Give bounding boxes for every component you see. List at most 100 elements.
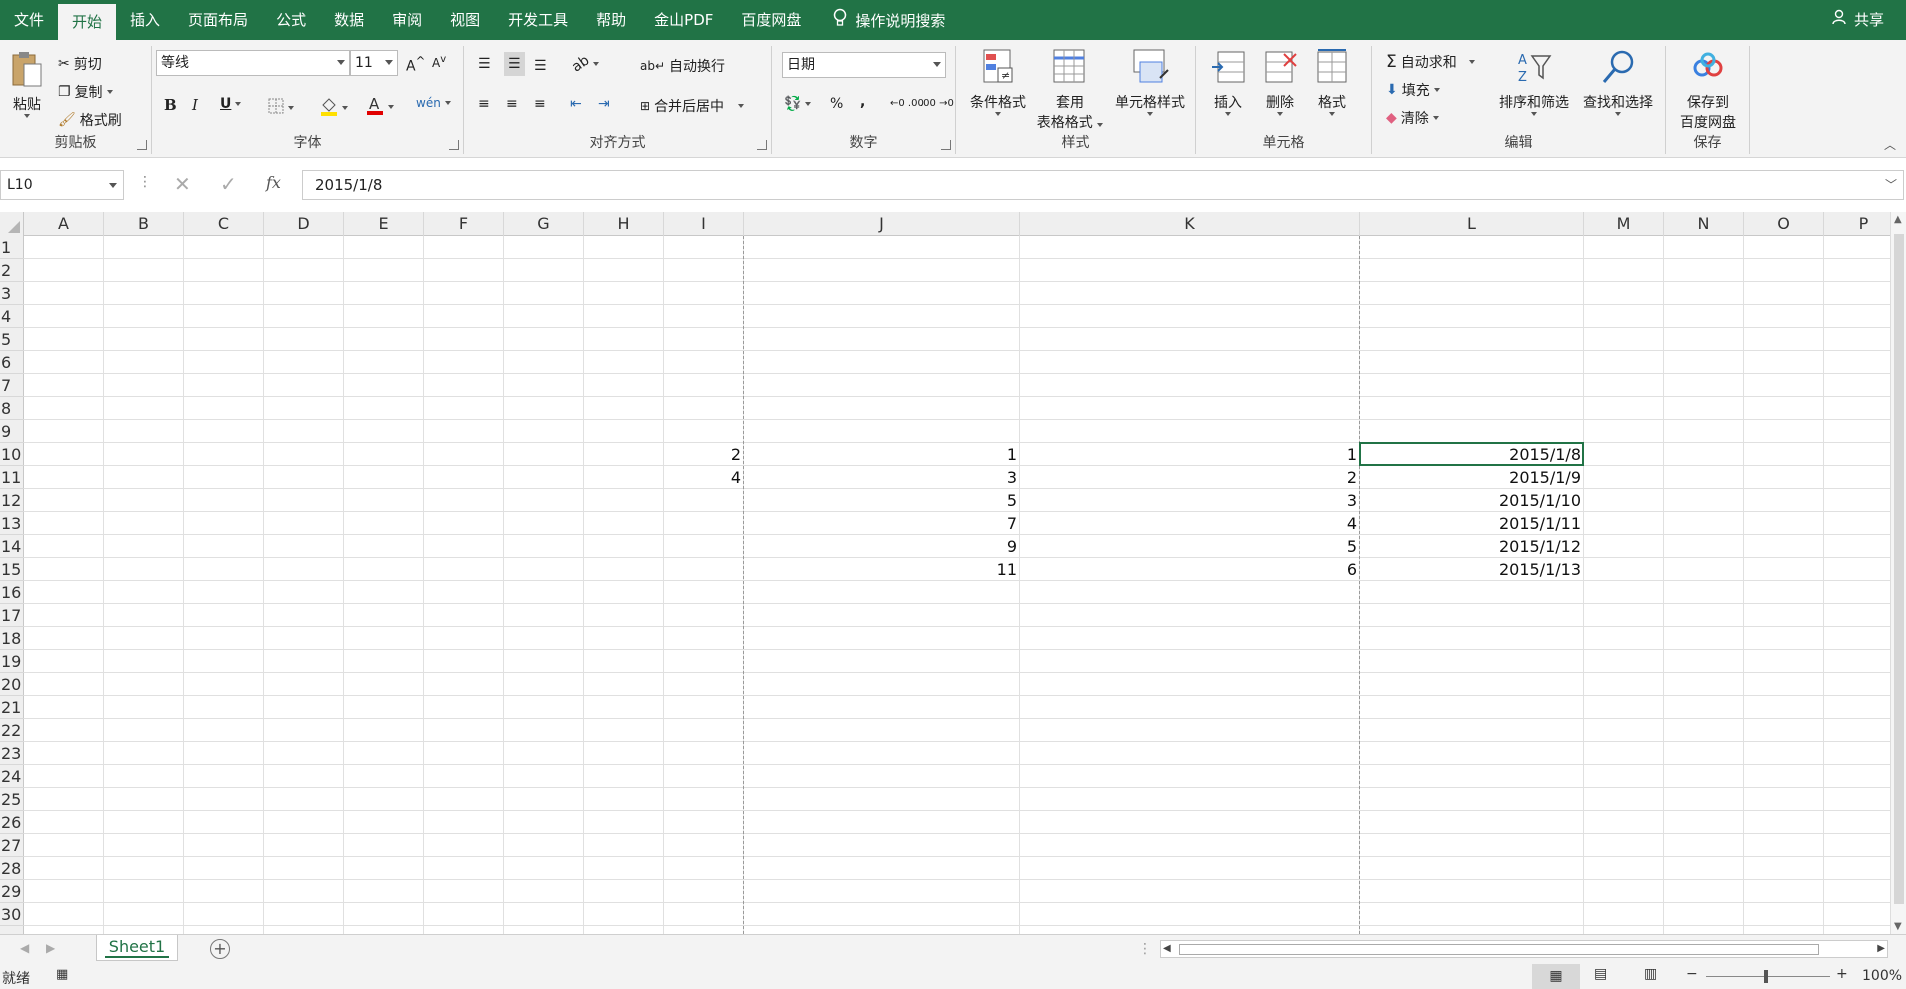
- phonetic-button[interactable]: wén: [416, 96, 451, 110]
- wrap-text-button[interactable]: ab↵ 自动换行: [640, 56, 725, 76]
- cell-L10[interactable]: 2015/1/8: [1360, 443, 1584, 466]
- new-sheet-plus-icon[interactable]: +: [210, 939, 230, 959]
- font-launcher-icon[interactable]: [449, 140, 459, 150]
- tell-me-search[interactable]: 操作说明搜索: [833, 8, 945, 32]
- enter-icon[interactable]: ✓: [220, 172, 237, 196]
- menu-tab-4[interactable]: 公式: [262, 0, 320, 40]
- cell-K10[interactable]: 1: [1020, 443, 1360, 466]
- conditional-formatting-button[interactable]: ≠ 条件格式: [966, 48, 1030, 116]
- scroll-up-icon[interactable]: ▲: [1894, 214, 1902, 225]
- align-right-button[interactable]: ≡: [534, 96, 546, 112]
- row-header-1[interactable]: 1: [0, 236, 24, 259]
- insert-function-icon[interactable]: fx: [266, 173, 281, 192]
- row-header-20[interactable]: 20: [0, 673, 24, 696]
- accounting-format-button[interactable]: 💱: [784, 96, 812, 112]
- clipboard-launcher-icon[interactable]: [137, 140, 147, 150]
- row-header-29[interactable]: 29: [0, 880, 24, 903]
- align-left-button[interactable]: ≡: [478, 96, 490, 112]
- column-header-L[interactable]: L: [1360, 212, 1584, 236]
- cell-K13[interactable]: 4: [1020, 512, 1360, 535]
- decrease-decimal-button[interactable]: .00 →0: [920, 98, 954, 109]
- page-layout-view-icon[interactable]: ▤: [1594, 966, 1607, 982]
- cell-K15[interactable]: 6: [1020, 558, 1360, 581]
- shrink-font-button[interactable]: Av: [432, 54, 446, 70]
- copy-button[interactable]: ❐ 复制: [58, 82, 113, 102]
- column-header-A[interactable]: A: [24, 212, 104, 236]
- more-options-icon[interactable]: ⋮: [138, 174, 152, 190]
- row-header-27[interactable]: 27: [0, 834, 24, 857]
- merge-center-button[interactable]: ⊞ 合并后居中: [640, 96, 745, 116]
- horizontal-scroll-thumb[interactable]: [1179, 944, 1819, 955]
- row-header-2[interactable]: 2: [0, 259, 24, 282]
- font-name-box[interactable]: 等线: [156, 50, 350, 76]
- row-header-7[interactable]: 7: [0, 374, 24, 397]
- bold-button[interactable]: B: [164, 96, 177, 114]
- align-bottom-button[interactable]: ☰: [534, 58, 547, 74]
- menu-tab-10[interactable]: 金山PDF: [640, 0, 727, 40]
- column-header-H[interactable]: H: [584, 212, 664, 236]
- menu-tab-2[interactable]: 插入: [116, 0, 174, 40]
- cell-K11[interactable]: 2: [1020, 466, 1360, 489]
- formula-input[interactable]: 2015/1/8 ﹀: [302, 170, 1904, 200]
- column-header-O[interactable]: O: [1744, 212, 1824, 236]
- expand-formula-icon[interactable]: ﹀: [1885, 171, 1897, 199]
- insert-cells-button[interactable]: 插入: [1206, 48, 1250, 116]
- decrease-indent-button[interactable]: ⇤: [570, 96, 582, 112]
- row-header-21[interactable]: 21: [0, 696, 24, 719]
- zoom-out-icon[interactable]: −: [1686, 966, 1698, 982]
- format-painter-button[interactable]: 🖌 格式刷: [58, 110, 122, 130]
- menu-tab-6[interactable]: 审阅: [378, 0, 436, 40]
- format-cells-button[interactable]: 格式: [1310, 48, 1354, 116]
- zoom-level[interactable]: 100%: [1862, 968, 1902, 984]
- sheet-tab-sheet1[interactable]: Sheet1: [96, 935, 178, 961]
- cell-I11[interactable]: 4: [664, 466, 744, 489]
- vertical-scroll-thumb[interactable]: [1894, 234, 1904, 904]
- number-format-dropdown-icon[interactable]: [933, 62, 941, 67]
- cell-K12[interactable]: 3: [1020, 489, 1360, 512]
- menu-tab-1[interactable]: 开始: [58, 4, 117, 40]
- row-header-22[interactable]: 22: [0, 719, 24, 742]
- row-header-25[interactable]: 25: [0, 788, 24, 811]
- cell-L11[interactable]: 2015/1/9: [1360, 466, 1584, 489]
- menu-tab-3[interactable]: 页面布局: [174, 0, 262, 40]
- borders-button[interactable]: [268, 98, 294, 118]
- column-header-M[interactable]: M: [1584, 212, 1664, 236]
- row-header-23[interactable]: 23: [0, 742, 24, 765]
- row-header-14[interactable]: 14: [0, 535, 24, 558]
- row-header-16[interactable]: 16: [0, 581, 24, 604]
- format-as-table-button[interactable]: 套用 表格格式: [1032, 48, 1108, 132]
- comma-button[interactable]: ,: [860, 94, 865, 110]
- cancel-icon[interactable]: ✕: [174, 172, 191, 196]
- cell-J14[interactable]: 9: [744, 535, 1020, 558]
- prev-sheet-icon[interactable]: ◀: [20, 941, 29, 955]
- row-header-24[interactable]: 24: [0, 765, 24, 788]
- normal-view-icon[interactable]: ▦: [1532, 964, 1580, 989]
- cell-L14[interactable]: 2015/1/12: [1360, 535, 1584, 558]
- row-header-8[interactable]: 8: [0, 397, 24, 420]
- name-box[interactable]: L10: [0, 170, 124, 200]
- row-header-11[interactable]: 11: [0, 466, 24, 489]
- italic-button[interactable]: I: [192, 96, 198, 114]
- scroll-right-icon[interactable]: ▶: [1877, 943, 1885, 954]
- column-header-K[interactable]: K: [1020, 212, 1360, 236]
- macro-record-icon[interactable]: ▦: [56, 967, 68, 982]
- scroll-down-icon[interactable]: ▼: [1894, 921, 1902, 932]
- increase-indent-button[interactable]: ⇥: [598, 96, 610, 112]
- font-color-button[interactable]: A: [366, 94, 394, 120]
- select-all-corner[interactable]: [0, 212, 24, 236]
- align-top-button[interactable]: ☰: [478, 56, 491, 72]
- collapse-ribbon-icon[interactable]: ︿: [1884, 136, 1896, 153]
- underline-button[interactable]: U: [220, 96, 242, 112]
- row-header-28[interactable]: 28: [0, 857, 24, 880]
- column-header-F[interactable]: F: [424, 212, 504, 236]
- name-box-dropdown-icon[interactable]: [109, 183, 117, 188]
- menu-tab-9[interactable]: 帮助: [582, 0, 640, 40]
- autosum-button[interactable]: Σ 自动求和: [1386, 52, 1475, 72]
- vertical-scrollbar[interactable]: ▲ ▼: [1890, 212, 1906, 934]
- next-sheet-icon[interactable]: ▶: [46, 941, 55, 955]
- row-header-5[interactable]: 5: [0, 328, 24, 351]
- row-header-15[interactable]: 15: [0, 558, 24, 581]
- fill-color-button[interactable]: [320, 96, 348, 120]
- sort-filter-button[interactable]: AZ 排序和筛选: [1494, 48, 1574, 116]
- clear-button[interactable]: ◆ 清除: [1386, 108, 1439, 128]
